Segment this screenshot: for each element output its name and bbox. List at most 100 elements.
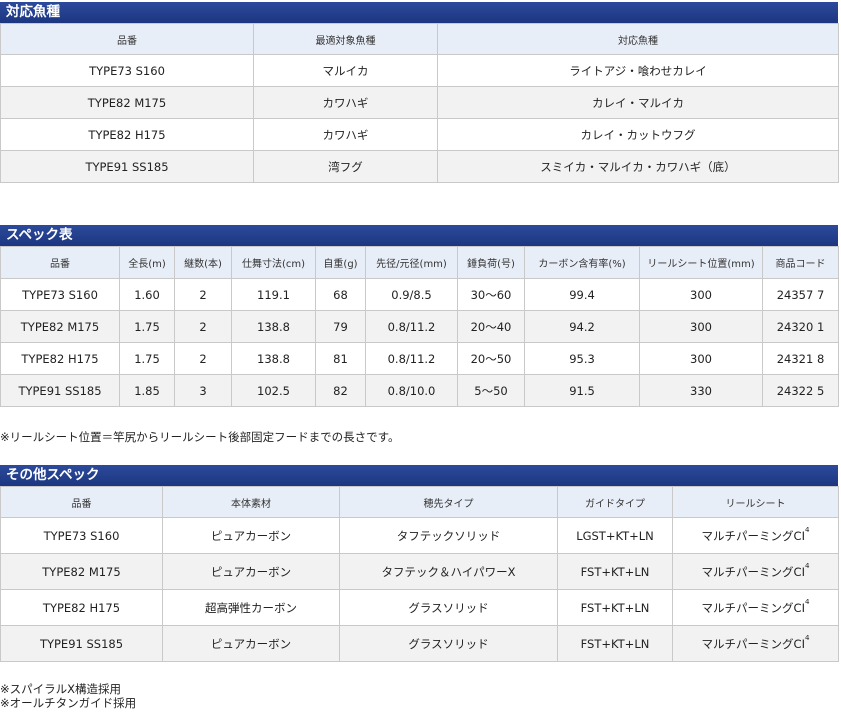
table-cell: マルチパーミングCI4 [672, 589, 839, 626]
table-cell: 91.5 [524, 374, 640, 407]
other-note-titanium: ※オールチタンガイド採用 [0, 696, 137, 710]
header-cell: ガイドタイプ [557, 486, 673, 518]
table-cell: 湾フグ [253, 150, 438, 183]
table-cell: 24321 8 [762, 342, 839, 375]
table-cell: 300 [639, 278, 763, 311]
table-cell: マルチパーミングCI4 [672, 517, 839, 554]
table-cell: 3 [174, 374, 232, 407]
header-cell: カーボン含有率(%) [524, 246, 640, 279]
table-cell: 2 [174, 310, 232, 343]
reel-seat-name: マルチパーミングCI [701, 564, 805, 579]
table-cell: TYPE82 H175 [0, 118, 254, 151]
table-cell: TYPE91 SS185 [0, 374, 120, 407]
table-cell: マルイカ [253, 54, 438, 87]
table-cell: 300 [639, 310, 763, 343]
table-cell: 2 [174, 278, 232, 311]
table-cell: 1.75 [119, 310, 175, 343]
table-cell: 0.8/10.0 [365, 374, 458, 407]
table-cell: 94.2 [524, 310, 640, 343]
table-cell: 30〜60 [457, 278, 525, 311]
table-cell: 95.3 [524, 342, 640, 375]
table-cell: カワハギ [253, 86, 438, 119]
table-cell: TYPE82 M175 [0, 553, 163, 590]
header-cell: 穂先タイプ [339, 486, 558, 518]
fish-section-title: 対応魚種 [0, 2, 838, 23]
table-cell: カレイ・カットウフグ [437, 118, 839, 151]
fish-table: 品番 最適対象魚種 対応魚種 TYPE73 S160 マルイカ ライトアジ・喰わ… [0, 23, 839, 183]
table-row: TYPE73 S160 ピュアカーボン タフテックソリッド LGST+KT+LN… [0, 517, 839, 554]
table-row: TYPE91 SS185 ピュアカーボン グラスソリッド FST+KT+LN マ… [0, 625, 839, 662]
table-row: TYPE91 SS185 湾フグ スミイカ・マルイカ・カワハギ（底） [0, 150, 839, 183]
table-cell: カワハギ [253, 118, 438, 151]
table-cell: ピュアカーボン [162, 517, 340, 554]
header-cell: 最適対象魚種 [253, 23, 438, 55]
table-cell: 5〜50 [457, 374, 525, 407]
table-cell: 81 [315, 342, 366, 375]
header-cell: 商品コード [762, 246, 839, 279]
reel-seat-sup: 4 [804, 633, 810, 642]
table-row: TYPE82 M175 1.75 2 138.8 79 0.8/11.2 20〜… [0, 310, 839, 343]
header-cell: 品番 [0, 246, 120, 279]
header-cell: 本体素材 [162, 486, 340, 518]
table-cell: TYPE91 SS185 [0, 150, 254, 183]
table-cell: マルチパーミングCI4 [672, 553, 839, 590]
table-cell: 20〜50 [457, 342, 525, 375]
table-cell: 99.4 [524, 278, 640, 311]
table-row: TYPE82 M175 ピュアカーボン タフテック＆ハイパワーX FST+KT+… [0, 553, 839, 590]
table-cell: 79 [315, 310, 366, 343]
table-cell: 20〜40 [457, 310, 525, 343]
table-cell: 82 [315, 374, 366, 407]
table-cell: TYPE73 S160 [0, 278, 120, 311]
other-section-title: その他スペック [0, 465, 838, 486]
header-cell: 仕舞寸法(cm) [231, 246, 316, 279]
reel-seat-sup: 4 [804, 525, 810, 534]
table-cell: タフテック＆ハイパワーX [339, 553, 558, 590]
table-cell: TYPE82 M175 [0, 310, 120, 343]
header-cell: 品番 [0, 23, 254, 55]
table-cell: 138.8 [231, 342, 316, 375]
table-cell: 300 [639, 342, 763, 375]
table-cell: 1.75 [119, 342, 175, 375]
table-row: TYPE82 H175 超高弾性カーボン グラスソリッド FST+KT+LN マ… [0, 589, 839, 626]
table-cell: 330 [639, 374, 763, 407]
table-cell: 119.1 [231, 278, 316, 311]
table-cell: グラスソリッド [339, 589, 558, 626]
table-cell: 2 [174, 342, 232, 375]
table-cell: TYPE82 H175 [0, 589, 163, 626]
table-cell: TYPE82 H175 [0, 342, 120, 375]
table-row: TYPE73 S160 マルイカ ライトアジ・喰わせカレイ [0, 54, 839, 87]
spec-header-row: 品番 全長(m) 継数(本) 仕舞寸法(cm) 自重(g) 先径/元径(mm) … [0, 246, 839, 279]
other-table: 品番 本体素材 穂先タイプ ガイドタイプ リールシート TYPE73 S160 … [0, 486, 839, 662]
reel-seat-sup: 4 [804, 597, 810, 606]
table-row: TYPE82 H175 カワハギ カレイ・カットウフグ [0, 118, 839, 151]
table-cell: 0.9/8.5 [365, 278, 458, 311]
table-cell: 超高弾性カーボン [162, 589, 340, 626]
table-cell: TYPE82 M175 [0, 86, 254, 119]
spec-section-title: スペック表 [0, 225, 838, 246]
table-cell: FST+KT+LN [557, 553, 673, 590]
table-cell: FST+KT+LN [557, 625, 673, 662]
header-cell: 全長(m) [119, 246, 175, 279]
header-cell: 自重(g) [315, 246, 366, 279]
table-row: TYPE82 H175 1.75 2 138.8 81 0.8/11.2 20〜… [0, 342, 839, 375]
table-cell: グラスソリッド [339, 625, 558, 662]
spec-table: 品番 全長(m) 継数(本) 仕舞寸法(cm) 自重(g) 先径/元径(mm) … [0, 246, 839, 407]
spec-section: スペック表 品番 全長(m) 継数(本) 仕舞寸法(cm) 自重(g) 先径/元… [0, 225, 839, 407]
table-cell: 102.5 [231, 374, 316, 407]
table-cell: 0.8/11.2 [365, 342, 458, 375]
table-cell: FST+KT+LN [557, 589, 673, 626]
table-cell: ピュアカーボン [162, 553, 340, 590]
table-cell: 68 [315, 278, 366, 311]
table-cell: LGST+KT+LN [557, 517, 673, 554]
table-cell: 24322 5 [762, 374, 839, 407]
table-cell: カレイ・マルイカ [437, 86, 839, 119]
header-cell: 継数(本) [174, 246, 232, 279]
header-cell: 錘負荷(号) [457, 246, 525, 279]
spec-note: ※リールシート位置＝竿尻からリールシート後部固定フードまでの長さです。 [0, 430, 400, 444]
header-cell: リールシート位置(mm) [639, 246, 763, 279]
table-cell: 138.8 [231, 310, 316, 343]
table-cell: ライトアジ・喰わせカレイ [437, 54, 839, 87]
table-cell: ピュアカーボン [162, 625, 340, 662]
table-row: TYPE91 SS185 1.85 3 102.5 82 0.8/10.0 5〜… [0, 374, 839, 407]
table-row: TYPE73 S160 1.60 2 119.1 68 0.9/8.5 30〜6… [0, 278, 839, 311]
